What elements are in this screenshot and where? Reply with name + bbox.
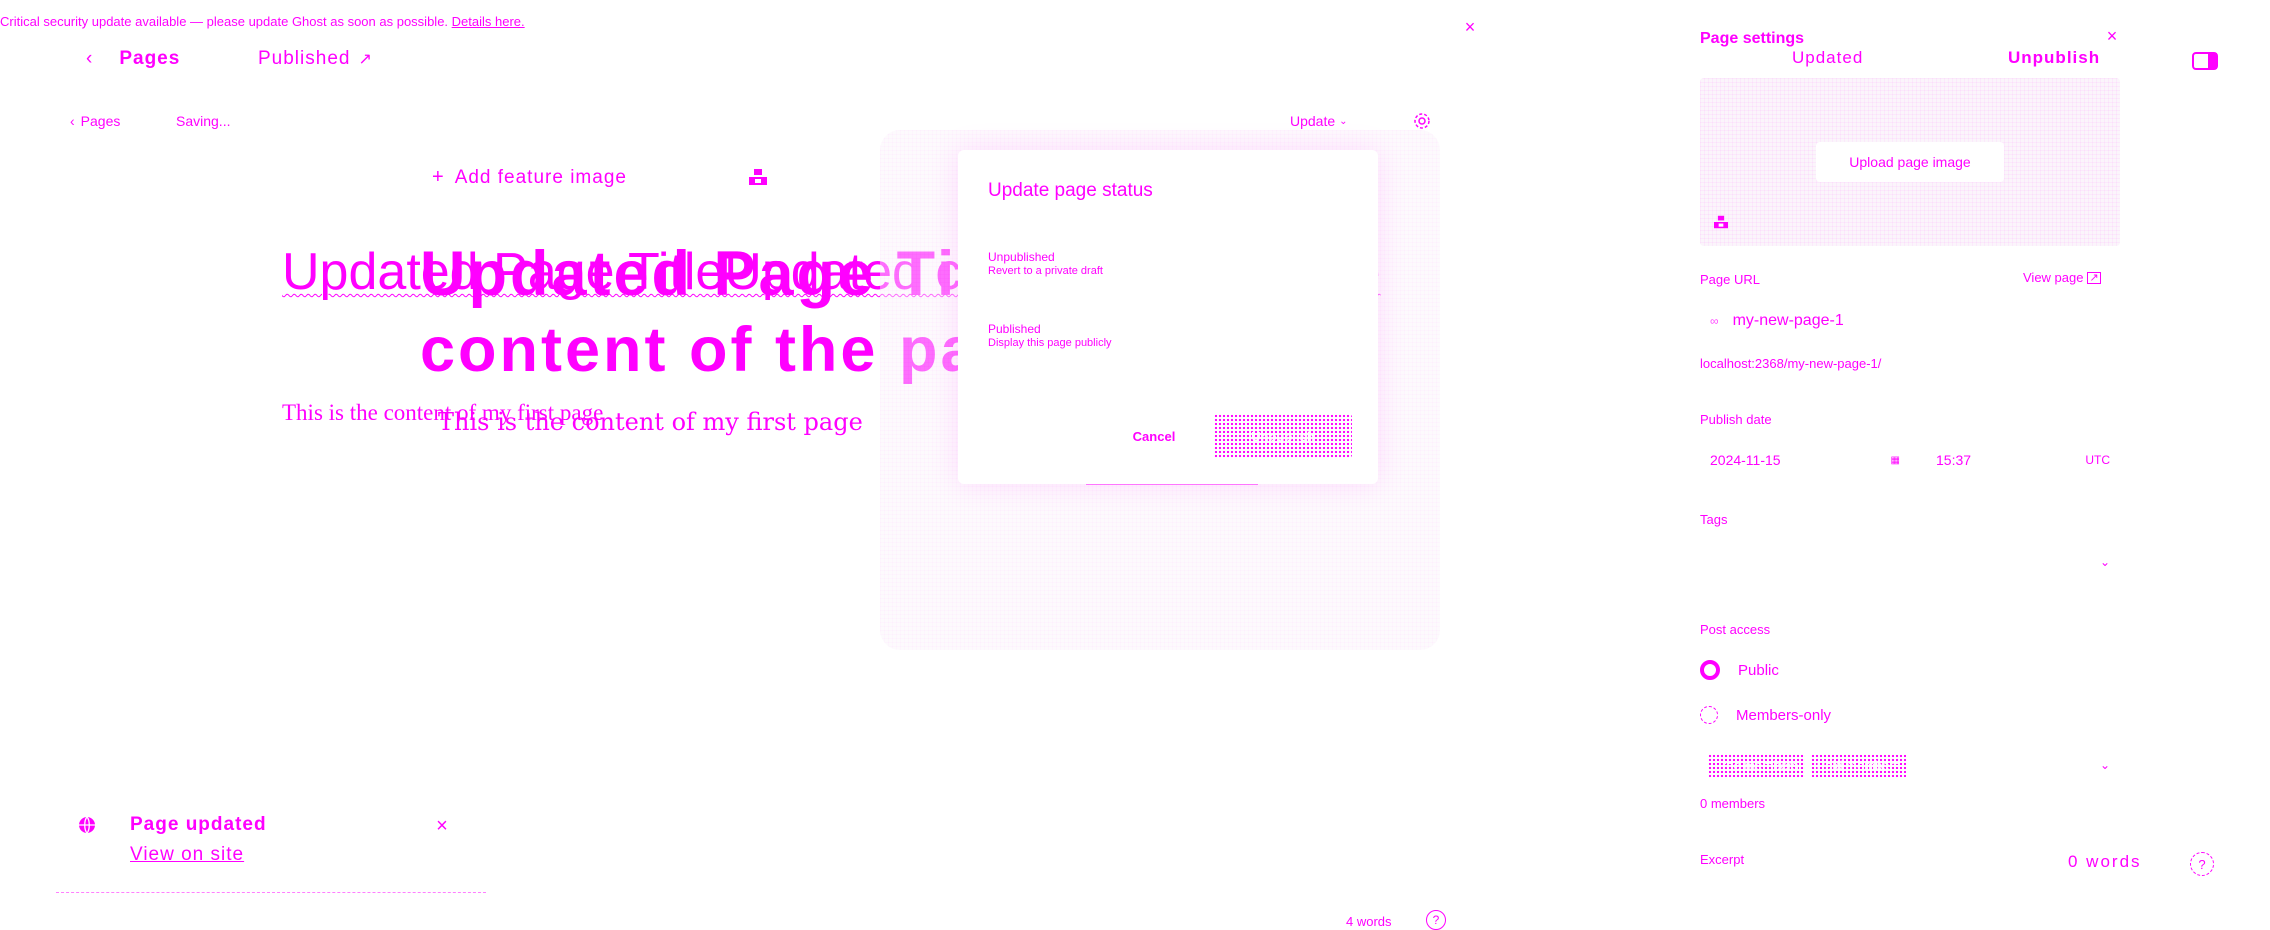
view-page-link[interactable]: View page ↗: [2023, 270, 2101, 285]
page-body-overlay: This is the content of my first page: [438, 408, 863, 436]
publish-date-label: Publish date: [1700, 412, 1772, 427]
topbar-pages-label: Pages: [119, 48, 181, 69]
banner-text: Critical security update available — ple…: [0, 14, 449, 29]
popup-unpublish-button[interactable]: Unpublish: [1214, 414, 1352, 458]
radio-checked-icon: [1700, 660, 1720, 680]
option-unpublished[interactable]: Unpublished Revert to a private draft: [988, 250, 1103, 278]
link-icon: ∞: [1710, 314, 1719, 328]
access-members-label: Members-only: [1736, 706, 1832, 724]
post-access-label: Post access: [1700, 622, 1771, 637]
tags-input[interactable]: ⌄: [1700, 542, 2120, 582]
add-feature-image-button[interactable]: + Add feature image: [432, 166, 627, 189]
banner-close-icon[interactable]: ×: [1462, 17, 1478, 37]
excerpt-label: Excerpt: [1700, 852, 1745, 867]
toast-title: Page updated: [130, 814, 267, 835]
settings-header-status: Updated: [1792, 48, 1864, 67]
chevron-left-icon: ‹: [86, 48, 94, 69]
banner-details-link[interactable]: Details here.: [452, 14, 525, 29]
topbar-back[interactable]: ‹ Pages: [86, 48, 180, 70]
tiers-chevron-icon: ⌄: [2099, 758, 2110, 772]
publish-time-value: 15:37: [1936, 452, 1972, 468]
publish-time-input[interactable]: 15:37 UTC: [1920, 442, 2120, 478]
toast-view-on-site-link[interactable]: View on site: [130, 844, 244, 866]
members-count: 0 members: [1700, 796, 1766, 811]
tier-paid-chip[interactable]: Paid members: [1810, 753, 1907, 777]
settings-title: Page settings: [1700, 30, 1805, 47]
toast-close-icon[interactable]: ×: [432, 815, 452, 837]
page-url-label: Page URL: [1700, 272, 1760, 287]
publish-date-input[interactable]: 2024-11-15 ▦: [1700, 442, 1910, 478]
add-feature-image-label: Add feature image: [454, 166, 627, 188]
view-page-label: View page: [2023, 270, 2084, 285]
excerpt-help-icon[interactable]: ?: [2190, 852, 2214, 876]
update-button-label: Update: [1290, 113, 1336, 129]
saving-status: Saving...: [176, 113, 231, 129]
page-url-input[interactable]: ∞ my-new-page-1: [1700, 302, 2120, 340]
globe-icon: [76, 814, 98, 836]
access-public-option[interactable]: Public: [1700, 660, 1779, 680]
tags-chevron-icon: ⌄: [2099, 555, 2110, 569]
access-members-option[interactable]: Members-only: [1700, 706, 1831, 724]
external-link-small-icon: ↗: [2087, 271, 2101, 284]
update-button[interactable]: Update ⌄: [1290, 113, 1348, 129]
chevron-left-small-icon: ‹: [70, 113, 75, 129]
sidebar-toggle-icon[interactable]: [2192, 50, 2218, 72]
excerpt-word-count: 0 words: [2068, 852, 2142, 871]
popup-title: Update page status: [988, 180, 1153, 201]
help-icon[interactable]: ?: [1426, 910, 1446, 930]
tiers-select[interactable]: Free members Paid members ⌄: [1700, 748, 2120, 782]
tags-label: Tags: [1700, 512, 1728, 527]
plus-icon: +: [432, 166, 445, 188]
image-unsplash-icon[interactable]: [746, 166, 770, 188]
update-status-popup: Update page status Unpublished Revert to…: [958, 150, 1378, 485]
topbar-status-label: Published: [258, 48, 351, 69]
tier-free-chip[interactable]: Free members: [1708, 753, 1805, 777]
image-unsplash-small-icon[interactable]: [1712, 214, 1730, 230]
option-published[interactable]: Published Display this page publicly: [988, 322, 1112, 350]
option-published-sub: Display this page publicly: [988, 337, 1112, 349]
settings-sidebar: Page settings × Updated Unpublish Upload…: [1680, 0, 2270, 920]
external-link-icon: ↗: [358, 51, 373, 68]
timezone-label: UTC: [2085, 453, 2110, 467]
page-image-area[interactable]: Upload page image: [1700, 78, 2120, 246]
breadcrumb-pages: Pages: [80, 113, 121, 129]
upload-page-image-button[interactable]: Upload page image: [1816, 142, 2004, 182]
toast-notification: Page updated View on site ×: [56, 808, 486, 893]
access-public-label: Public: [1738, 661, 1779, 679]
word-count: 4 words: [1346, 914, 1392, 929]
option-unpublished-label: Unpublished: [988, 250, 1055, 264]
page-slug-value: my-new-page-1: [1732, 312, 1844, 329]
security-banner: Critical security update available — ple…: [0, 14, 1480, 36]
radio-unchecked-icon: [1700, 706, 1718, 724]
popup-divider: [1086, 484, 1258, 485]
option-unpublished-sub: Revert to a private draft: [988, 265, 1103, 277]
settings-gear-icon[interactable]: [1411, 110, 1433, 132]
page-full-url: localhost:2368/my-new-page-1/: [1700, 356, 1882, 371]
chevron-down-icon: ⌄: [1339, 115, 1348, 127]
settings-unpublish-link[interactable]: Unpublish: [2008, 48, 2100, 68]
breadcrumb[interactable]: ‹ Pages: [70, 113, 120, 129]
calendar-icon: ▦: [1890, 454, 1900, 466]
publish-date-value: 2024-11-15: [1710, 452, 1781, 468]
option-published-label: Published: [988, 322, 1041, 336]
settings-close-icon[interactable]: ×: [2104, 26, 2120, 46]
topbar-status: Published ↗: [258, 48, 373, 70]
popup-cancel-button[interactable]: Cancel: [1118, 416, 1190, 456]
